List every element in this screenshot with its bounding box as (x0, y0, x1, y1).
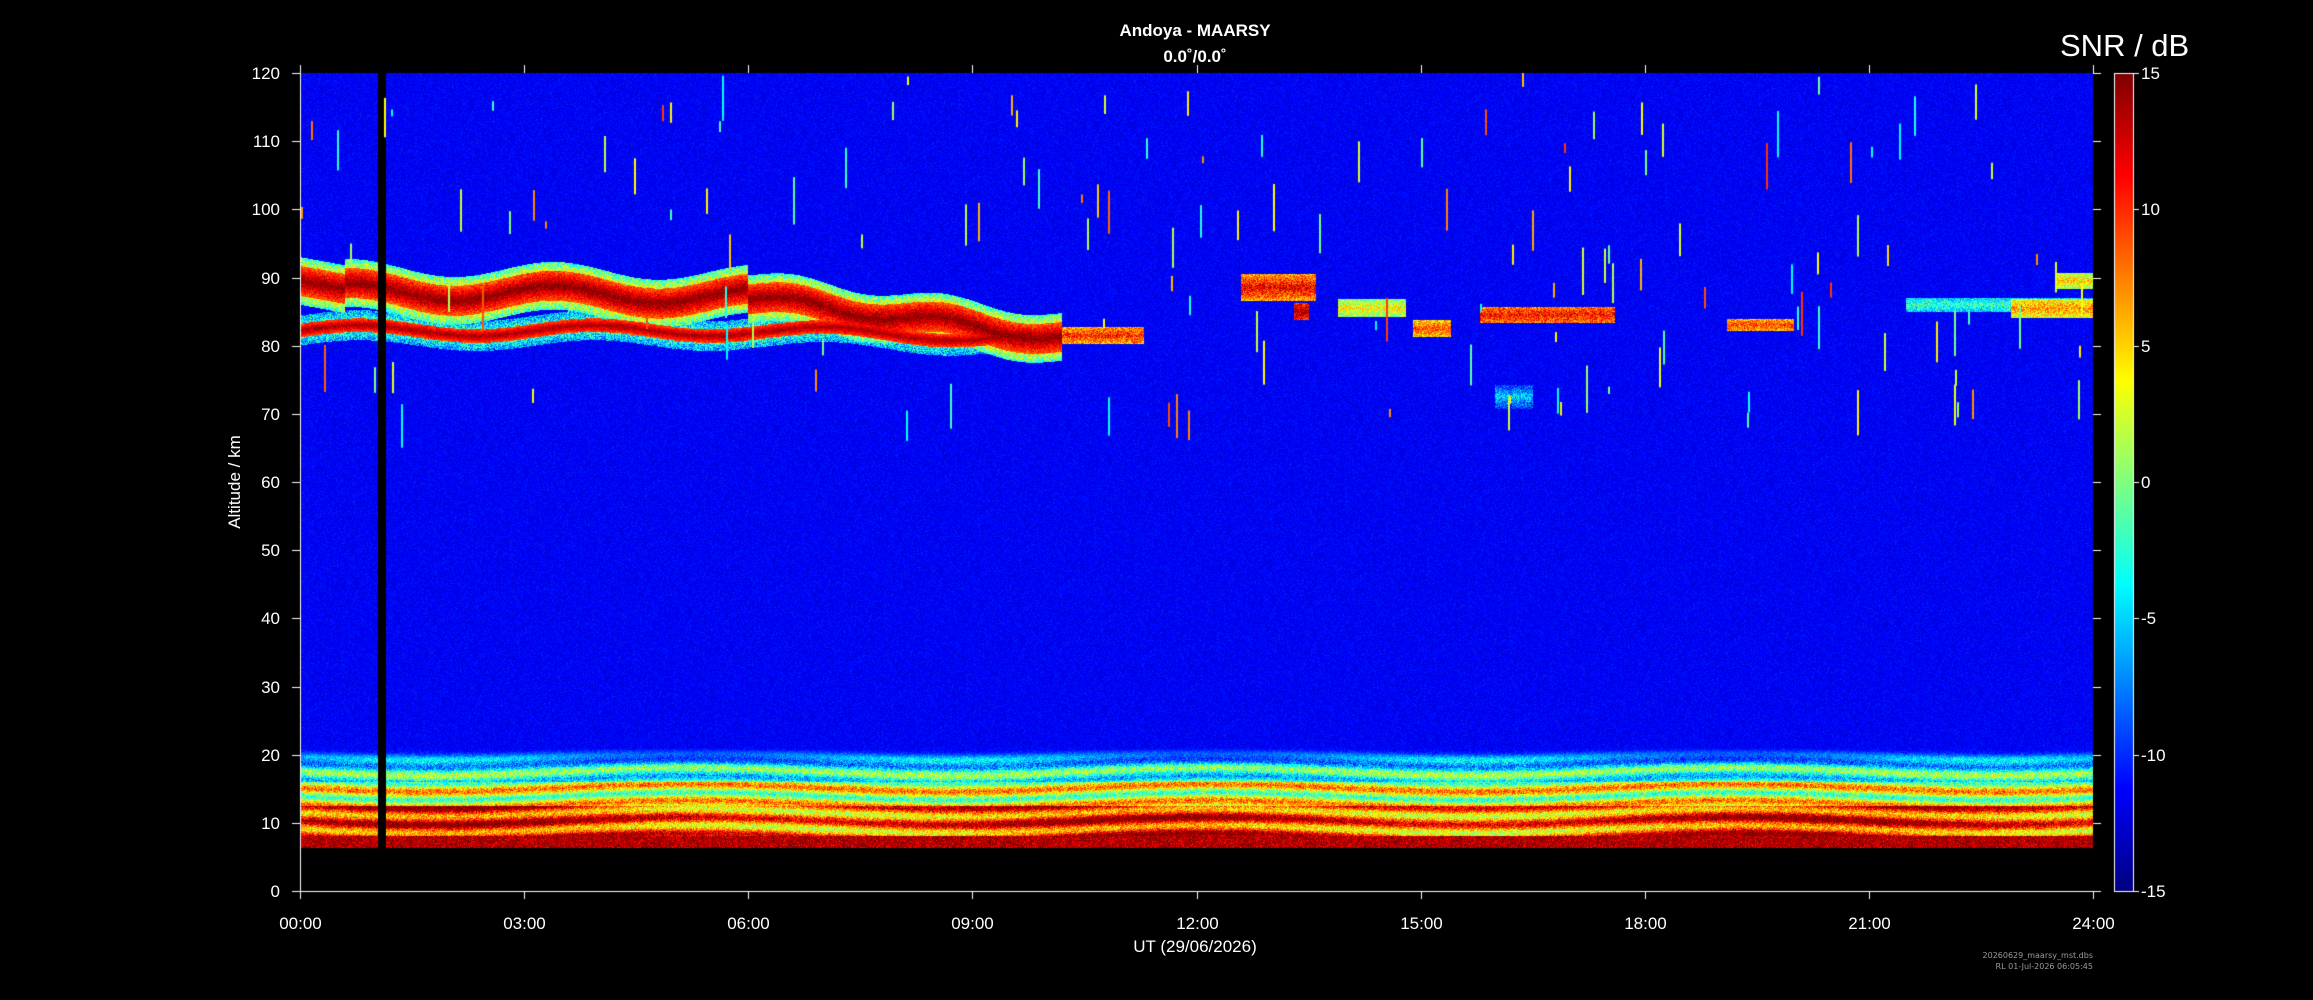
colorbar-tick-label: -15 (2141, 881, 2166, 901)
colorbar-tick-label: -10 (2141, 745, 2166, 765)
colorbar-tick-label: 15 (2141, 63, 2160, 83)
y-tick-label: 80 (261, 336, 280, 356)
y-tick-label: 40 (261, 608, 280, 628)
colorbar-tick-label: 10 (2141, 199, 2160, 219)
y-tick-label: 0 (270, 881, 280, 901)
y-tick-label: 30 (261, 677, 280, 697)
x-tick-label: 24:00 (2072, 914, 2115, 933)
altitude-time-snr-plot (0, 0, 2313, 1000)
chart-subtitle: 0.0˚/0.0˚ (1163, 47, 1227, 66)
chart-title: Andoya - MAARSY (1119, 21, 1271, 40)
x-tick-label: 09:00 (951, 914, 994, 933)
y-axis-label: Altitude / km (225, 435, 244, 529)
x-tick-label: 06:00 (727, 914, 770, 933)
footer-timestamp: RL 01-Jul-2026 06:05:45 (1995, 962, 2093, 971)
y-tick-label: 10 (261, 813, 280, 833)
x-tick-label: 18:00 (1624, 914, 1667, 933)
y-tick-label: 110 (252, 131, 280, 151)
x-tick-label: 03:00 (503, 914, 546, 933)
x-tick-label: 12:00 (1176, 914, 1219, 933)
x-tick-label: 15:00 (1400, 914, 1443, 933)
colorbar-tick-label: 5 (2141, 336, 2151, 356)
footer-filename: 20260629_maarsy_mst.dbs (1982, 951, 2093, 960)
colorbar-tick-label: -5 (2141, 608, 2157, 628)
y-tick-label: 120 (251, 63, 280, 83)
colorbar-label: SNR / dB (2060, 28, 2190, 63)
colorbar-tick-label: 0 (2141, 472, 2151, 492)
y-tick-label: 20 (261, 745, 280, 765)
x-axis-label: UT (29/06/2026) (1133, 937, 1257, 956)
x-tick-label: 21:00 (1848, 914, 1891, 933)
y-tick-label: 100 (251, 199, 280, 219)
footer-info: 20260629_maarsy_mst.dbs RL 01-Jul-2026 0… (1900, 950, 2093, 972)
x-tick-label: 00:00 (279, 914, 322, 933)
y-tick-label: 90 (261, 268, 280, 288)
